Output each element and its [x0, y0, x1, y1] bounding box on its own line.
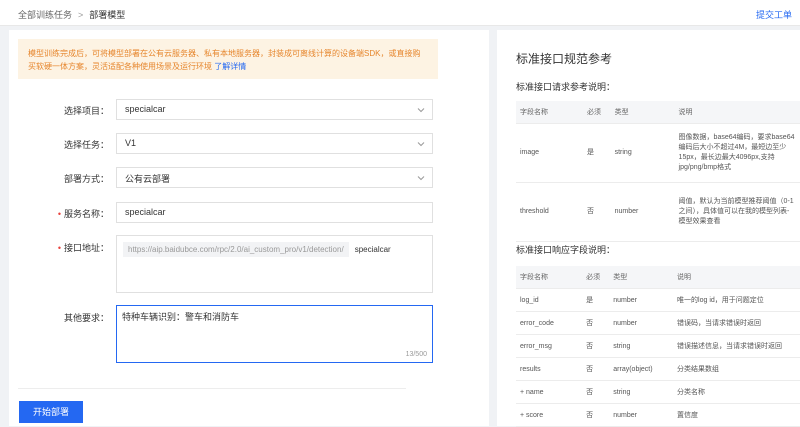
cell-desc: 分类结果数组 [673, 357, 800, 381]
cell-field: + name [516, 380, 583, 404]
top-bar: 全部训练任务 > 部署模型 提交工单 [0, 0, 800, 26]
table-row: + score 否 number 置信度 [516, 403, 800, 427]
project-select[interactable]: specialcar [116, 99, 433, 120]
chevron-down-icon [417, 176, 425, 181]
notice-banner: 模型训练完成后，可将模型部署在公有云服务器、私有本地服务器，封装成可离线计算的设… [18, 39, 438, 79]
table-row: log_id 是 number 唯一的log id，用于问题定位 [516, 288, 800, 312]
api-url-prefix: https://aip.baidubce.com/rpc/2.0/ai_cust… [123, 242, 349, 257]
chevron-down-icon [417, 142, 425, 147]
table-row: image 是 string 图像数据，base64编码，要求base64编码后… [516, 123, 800, 183]
cell-field: + score [516, 403, 583, 427]
cell-required: 否 [583, 182, 611, 242]
cell-required: 是 [583, 123, 611, 183]
cell-type: number [609, 311, 674, 335]
header-field: 字段名称 [516, 101, 584, 124]
cell-field: log_id [516, 288, 583, 312]
table-header-row: 字段名称 必须 类型 说明 [516, 266, 800, 289]
cell-type: number [610, 182, 675, 242]
cell-required: 否 [582, 357, 610, 381]
table-row: error_code 否 number 错误码，当请求错误时返回 [516, 311, 800, 335]
task-select[interactable]: V1 [116, 133, 433, 154]
cell-field: error_code [516, 311, 583, 335]
table-row: threshold 否 number 阈值，默认为当前模型推荐阈值（0-1之间）… [516, 182, 800, 242]
service-name-label: • 服务名称： [57, 209, 109, 219]
table-row: + name 否 string 分类名称 [516, 380, 800, 404]
cell-field: error_msg [516, 334, 583, 358]
cell-desc: 阈值，默认为当前模型推荐阈值（0-1之间），具体值可以在我的模型列表-模型效果查… [674, 182, 800, 242]
header-desc: 说明 [674, 101, 800, 124]
cell-desc: 图像数据，base64编码，要求base64编码后大小不超过4M，最短边至少15… [674, 123, 800, 183]
cell-desc: 唯一的log id，用于问题定位 [673, 288, 800, 312]
cell-type: string [609, 380, 674, 404]
other-requirements-label: 其他要求： [63, 313, 109, 323]
request-table: 字段名称 必须 类型 说明 image 是 string 图像数据，base64… [516, 101, 800, 242]
cell-field: results [516, 357, 583, 381]
header-required: 必须 [582, 266, 610, 289]
cell-type: array(object) [609, 357, 674, 381]
cell-desc: 错误描述信息，当请求错误时返回 [673, 334, 800, 358]
header-desc: 说明 [673, 266, 800, 289]
breadcrumb: 全部训练任务 > 部署模型 [18, 8, 125, 21]
required-mark: • [57, 209, 61, 219]
task-select-value: V1 [125, 138, 137, 148]
other-requirements-value: 特种车辆识别：警车和消防车 [122, 312, 240, 322]
service-name-input[interactable]: specialcar [116, 202, 433, 223]
cell-type: string [609, 334, 674, 358]
cell-type: number [609, 403, 674, 427]
cell-required: 否 [582, 380, 610, 404]
cell-desc: 分类名称 [673, 380, 800, 404]
header-type: 类型 [610, 101, 675, 124]
api-url-suffix: specialcar [354, 245, 391, 254]
deploy-method-select[interactable]: 公有云部署 [116, 167, 433, 188]
cell-desc: 置信度 [673, 403, 800, 427]
api-url-field[interactable]: https://aip.baidubce.com/rpc/2.0/ai_cust… [116, 235, 433, 293]
reference-title: 标准接口规范参考 [516, 52, 613, 66]
cell-type: number [609, 288, 674, 312]
cell-field: image [516, 123, 584, 183]
request-section-title: 标准接口请求参考说明： [516, 82, 616, 92]
cell-required: 否 [582, 403, 610, 427]
project-label: 选择项目： [63, 106, 109, 116]
table-row: error_msg 否 string 错误描述信息，当请求错误时返回 [516, 334, 800, 358]
other-requirements-textarea[interactable]: 特种车辆识别：警车和消防车 13/500 [116, 305, 433, 363]
deploy-form-panel: 模型训练完成后，可将模型部署在公有云服务器、私有本地服务器，封装成可离线计算的设… [9, 30, 489, 426]
learn-more-link[interactable]: 了解详情 [214, 62, 246, 71]
api-url-label: • 接口地址： [57, 243, 109, 253]
header-field: 字段名称 [516, 266, 583, 289]
chevron-down-icon [417, 108, 425, 113]
breadcrumb-current: 部署模型 [89, 10, 126, 20]
cell-field: threshold [516, 182, 584, 242]
breadcrumb-separator: > [78, 10, 84, 20]
response-section-title: 标准接口响应字段说明： [516, 245, 616, 255]
cell-required: 是 [582, 288, 610, 312]
header-required: 必须 [583, 101, 611, 124]
response-table: 字段名称 必须 类型 说明 log_id 是 number 唯一的log id，… [516, 266, 800, 427]
cell-required: 否 [582, 334, 610, 358]
reference-panel: 标准接口规范参考 标准接口请求参考说明： 字段名称 必须 类型 说明 image… [497, 30, 800, 427]
start-deploy-button[interactable]: 开始部署 [19, 401, 83, 423]
cell-required: 否 [582, 311, 610, 335]
table-header-row: 字段名称 必须 类型 说明 [516, 101, 800, 124]
cell-type: string [610, 123, 675, 183]
divider [18, 388, 406, 389]
task-label: 选择任务： [63, 140, 109, 150]
deploy-method-label: 部署方式： [63, 174, 109, 184]
deploy-method-value: 公有云部署 [125, 174, 171, 184]
project-select-value: specialcar [125, 104, 166, 114]
breadcrumb-parent-link[interactable]: 全部训练任务 [18, 10, 72, 20]
required-mark: • [57, 243, 61, 253]
header-type: 类型 [609, 266, 674, 289]
cell-desc: 错误码，当请求错误时返回 [673, 311, 800, 335]
table-row: results 否 array(object) 分类结果数组 [516, 357, 800, 381]
submit-ticket-link[interactable]: 提交工单 [756, 8, 792, 21]
service-name-value: specialcar [125, 207, 166, 217]
char-counter: 13/500 [405, 351, 427, 358]
